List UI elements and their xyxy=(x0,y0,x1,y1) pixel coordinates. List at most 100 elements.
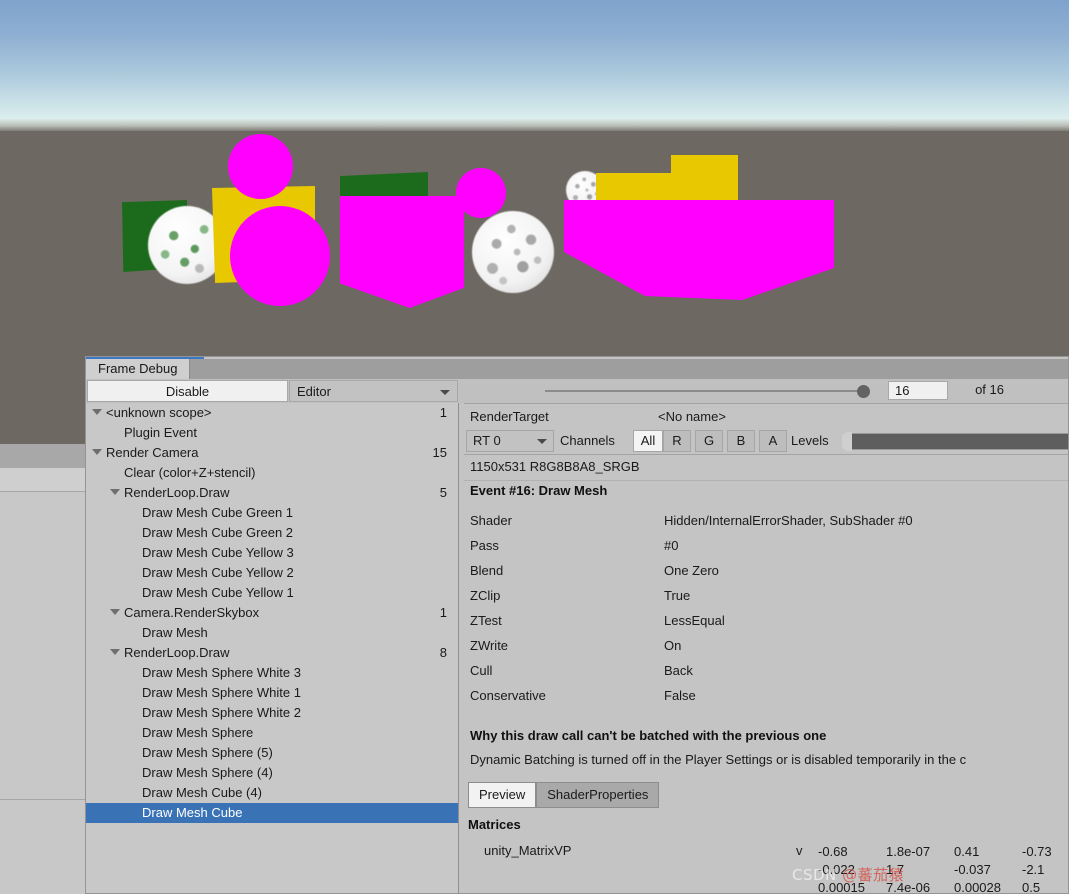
tree-row-label: Render Camera xyxy=(106,445,199,460)
sky-gradient xyxy=(0,0,1069,122)
event-slider-area: 16 of 16 xyxy=(461,379,1068,403)
tree-row-label: RenderLoop.Draw xyxy=(124,645,230,660)
levels-slider-knob[interactable] xyxy=(842,432,852,451)
matrix-row: 0.00015 7.4e-06 0.00028 0.5 xyxy=(818,879,1068,893)
property-value: True xyxy=(664,588,691,603)
tree-row[interactable]: Draw Mesh Cube Green 2 xyxy=(86,523,458,543)
matrix-row: -0.022 1.7 -0.037 -2.1 xyxy=(818,861,1068,879)
tree-row[interactable]: Draw Mesh Cube Yellow 2 xyxy=(86,563,458,583)
frame-debug-window: Frame Debug Disable Editor 16 of 16 <unk… xyxy=(85,356,1069,894)
tree-row-label: Draw Mesh Cube Green 1 xyxy=(142,505,294,520)
horizon-haze xyxy=(0,118,1069,132)
tree-row-label: Draw Mesh Sphere White 1 xyxy=(142,685,301,700)
tree-row-count: 5 xyxy=(439,485,447,500)
tree-row[interactable]: Draw Mesh xyxy=(86,623,458,643)
tree-row[interactable]: Draw Mesh Sphere White 2 xyxy=(86,703,458,723)
tree-row-label: Draw Mesh Cube xyxy=(142,805,243,820)
tree-row[interactable]: Draw Mesh Sphere White 3 xyxy=(86,663,458,683)
caret-down-icon[interactable] xyxy=(110,609,120,615)
channels-label: Channels xyxy=(560,433,615,448)
tree-row[interactable]: Draw Mesh Cube Yellow 3 xyxy=(86,543,458,563)
preview-tab-preview[interactable]: Preview xyxy=(468,782,537,808)
matrix-name: unity_MatrixVP xyxy=(484,843,572,858)
tree-row[interactable]: Render Camera 15 xyxy=(86,443,458,463)
caret-down-icon[interactable] xyxy=(92,449,102,455)
levels-slider-bar[interactable] xyxy=(844,433,1068,450)
channel-button-g[interactable]: G xyxy=(695,430,723,452)
tree-row[interactable]: Draw Mesh Cube xyxy=(86,803,458,823)
property-value: LessEqual xyxy=(664,613,725,628)
event-slider-track[interactable] xyxy=(545,390,863,392)
event-title: Event #16: Draw Mesh xyxy=(470,483,608,498)
tab-frame-debug[interactable]: Frame Debug xyxy=(86,359,191,379)
matrix-cell: 0.41 xyxy=(954,844,980,859)
property-key: Cull xyxy=(470,663,493,678)
chevron-down-icon xyxy=(440,390,450,395)
target-dropdown[interactable]: Editor xyxy=(289,380,458,402)
render-target-value: <No name> xyxy=(658,409,726,424)
preview-tab-group: Preview ShaderProperties xyxy=(468,782,660,808)
tree-row[interactable]: Plugin Event xyxy=(86,423,458,443)
tree-row-label: <unknown scope> xyxy=(106,405,212,420)
tree-row-count: 8 xyxy=(439,645,447,660)
tree-row-label: Clear (color+Z+stencil) xyxy=(124,465,256,480)
tree-row-label: Draw Mesh Sphere (4) xyxy=(142,765,273,780)
property-row: Conservative False xyxy=(470,683,1068,708)
tree-row[interactable]: Draw Mesh Cube (4) xyxy=(86,783,458,803)
property-value: #0 xyxy=(664,538,679,553)
editor-bg-panel-footer xyxy=(0,799,88,894)
tree-row[interactable]: Draw Mesh Cube Yellow 1 xyxy=(86,583,458,603)
editor-bg-panel-top xyxy=(0,444,86,468)
event-total-label: of 16 xyxy=(975,382,1004,397)
property-value: On xyxy=(664,638,682,653)
property-key: ZWrite xyxy=(470,638,509,653)
tree-row[interactable]: <unknown scope> 1 xyxy=(86,403,458,423)
tree-row[interactable]: RenderLoop.Draw 5 xyxy=(86,483,458,503)
disable-button[interactable]: Disable xyxy=(87,380,288,402)
matrix-cell: -0.037 xyxy=(954,862,991,877)
tree-row[interactable]: Draw Mesh Sphere xyxy=(86,723,458,743)
target-dropdown-label: Editor xyxy=(297,384,331,399)
tree-row[interactable]: Draw Mesh Sphere White 1 xyxy=(86,683,458,703)
property-row: Shader Hidden/InternalErrorShader, SubSha… xyxy=(470,508,1068,533)
levels-label: Levels xyxy=(791,433,829,448)
channel-button-a[interactable]: A xyxy=(759,430,787,452)
tree-row[interactable]: Draw Mesh Sphere (4) xyxy=(86,763,458,783)
tree-row[interactable]: Draw Mesh Cube Green 1 xyxy=(86,503,458,523)
tree-row-label: Draw Mesh xyxy=(142,625,208,640)
matrix-cell: -0.73 xyxy=(1022,844,1052,859)
event-tree-panel[interactable]: <unknown scope> 1 Plugin Event Render Camer… xyxy=(86,403,459,893)
matrix-cell: -0.68 xyxy=(818,844,848,859)
tree-row[interactable]: Draw Mesh Sphere (5) xyxy=(86,743,458,763)
property-value: False xyxy=(664,688,696,703)
scene-sphere-magenta-2 xyxy=(230,206,330,306)
tree-row-label: Plugin Event xyxy=(124,425,197,440)
render-target-label: RenderTarget xyxy=(470,409,549,424)
caret-down-icon[interactable] xyxy=(110,649,120,655)
frame-debug-toolbar: Disable Editor 16 of 16 xyxy=(86,379,1068,403)
rt-dropdown[interactable]: RT 0 xyxy=(466,430,554,452)
event-index-input[interactable]: 16 xyxy=(888,381,948,400)
channel-button-r[interactable]: R xyxy=(663,430,691,452)
tree-row-label: Draw Mesh Cube Green 2 xyxy=(142,525,294,540)
preview-tab-shaderproperties[interactable]: ShaderProperties xyxy=(536,782,660,808)
tree-row-label: Draw Mesh Cube Yellow 3 xyxy=(142,545,294,560)
caret-down-icon[interactable] xyxy=(92,409,102,415)
property-value: Hidden/InternalErrorShader, SubShader #0 xyxy=(664,513,913,528)
property-key: ZTest xyxy=(470,613,502,628)
tree-row[interactable]: Camera.RenderSkybox 1 xyxy=(86,603,458,623)
channel-button-b[interactable]: B xyxy=(727,430,755,452)
batching-reason: Dynamic Batching is turned off in the Pl… xyxy=(470,752,967,767)
matrix-cell: -2.1 xyxy=(1022,862,1045,877)
caret-down-icon[interactable] xyxy=(110,489,120,495)
tree-row[interactable]: RenderLoop.Draw 8 xyxy=(86,643,458,663)
event-slider-knob[interactable] xyxy=(857,385,870,398)
matrices-title: Matrices xyxy=(468,817,521,832)
event-detail-panel: RenderTarget <No name> RT 0 Channels All… xyxy=(460,403,1068,893)
property-key: Conservative xyxy=(470,688,546,703)
matrix-prefix: v xyxy=(796,843,803,858)
channel-button-all[interactable]: All xyxy=(633,430,663,452)
tree-row[interactable]: Clear (color+Z+stencil) xyxy=(86,463,458,483)
matrix-values-grid: -0.68 1.8e-07 0.41 -0.73 -0.022 1.7 -0.037 -2.1… xyxy=(818,843,1068,893)
property-row: Pass #0 xyxy=(470,533,1068,558)
